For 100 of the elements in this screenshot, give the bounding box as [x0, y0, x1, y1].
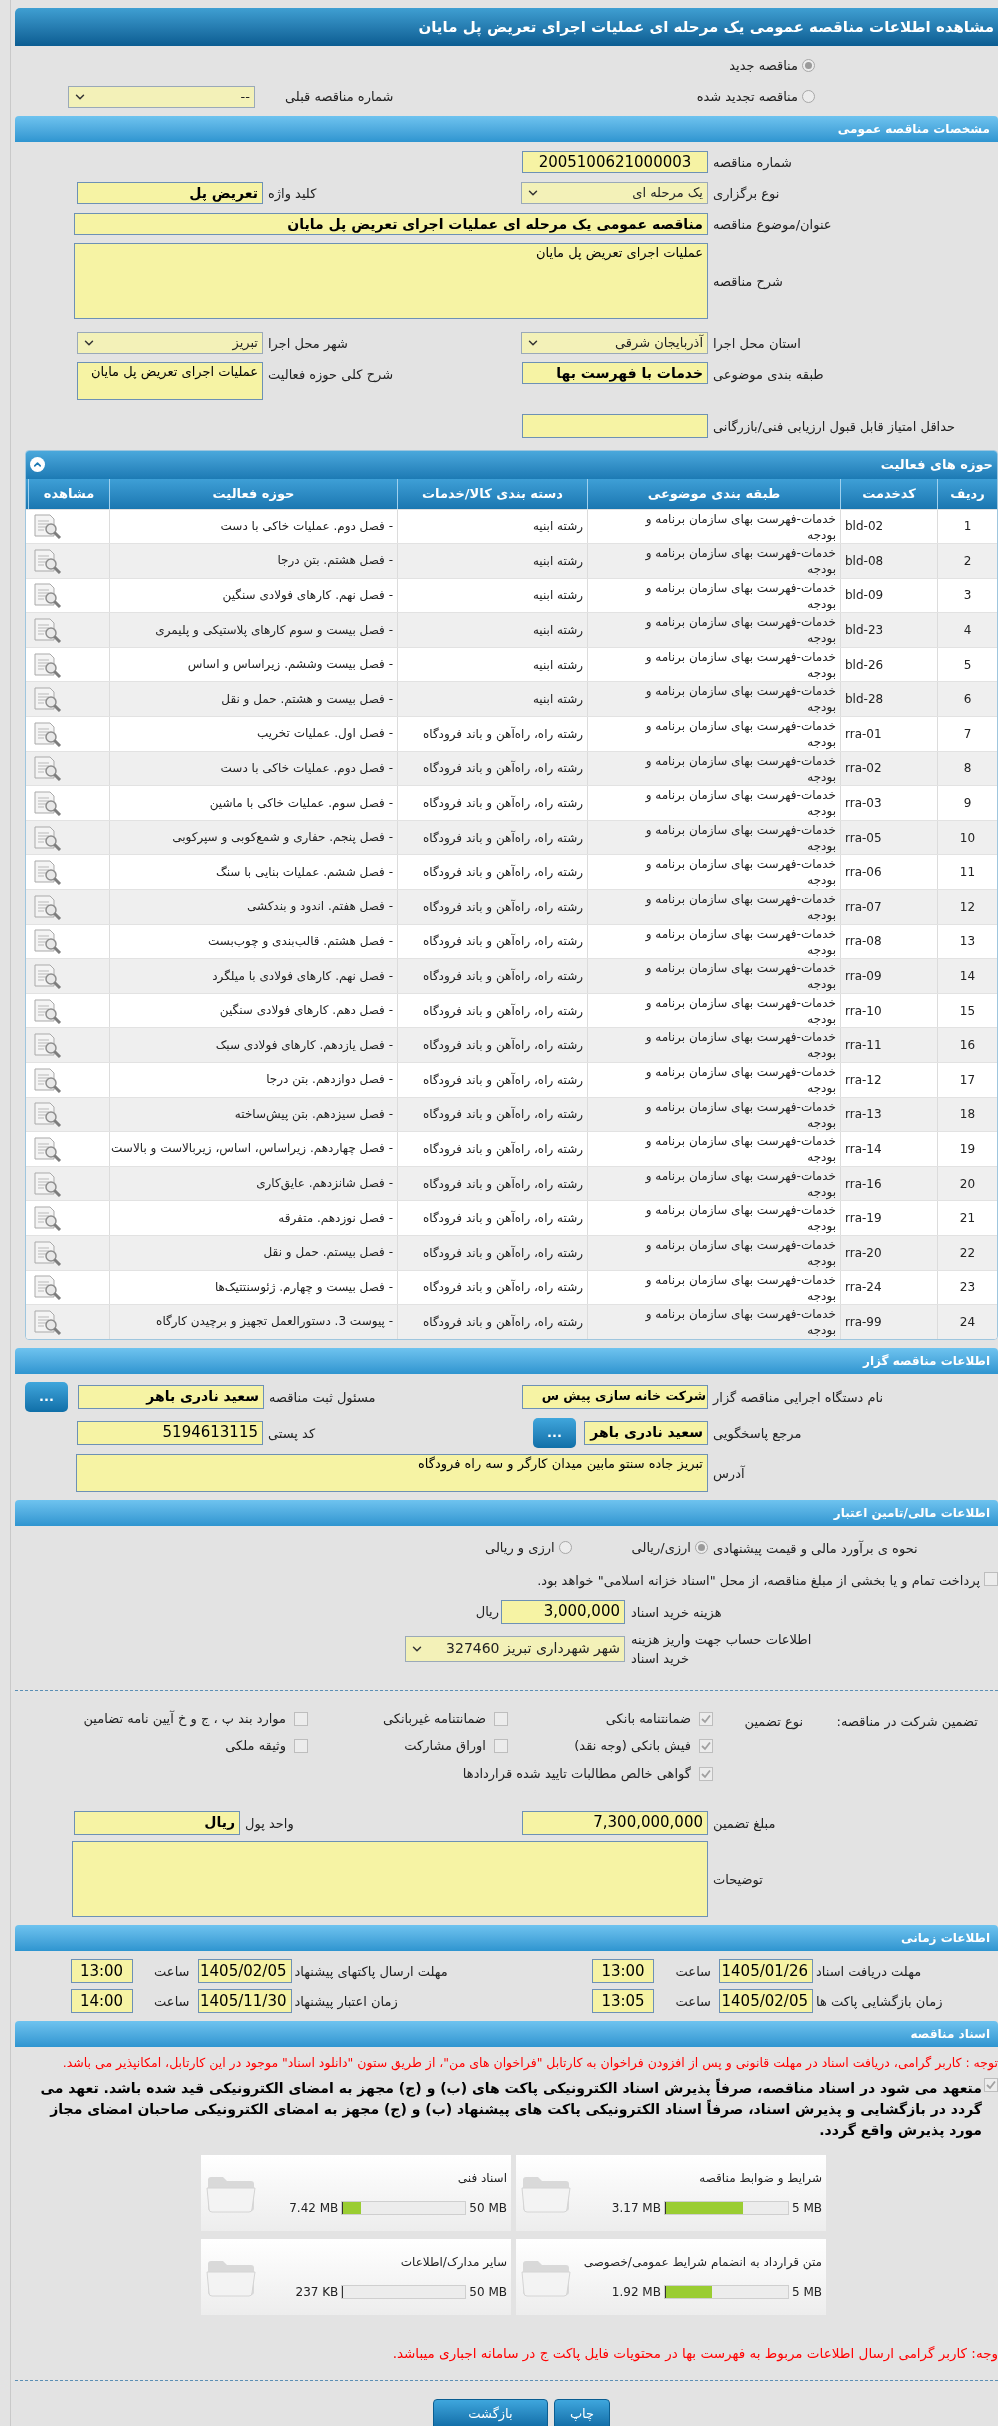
- lookup-button[interactable]: ...: [533, 1417, 576, 1448]
- checkbox[interactable]: [294, 1711, 308, 1726]
- checkbox-label: فیش بانکی (وجه نقد): [574, 1737, 691, 1756]
- collapse-icon[interactable]: [30, 457, 45, 472]
- input-field[interactable]: ریال: [74, 1811, 240, 1836]
- document-search-icon[interactable]: [32, 963, 62, 989]
- field-label: حداقل امتیاز قابل قبول ارزیابی فنی/بازرگانی: [713, 418, 956, 434]
- max-size: 50 MB: [469, 2200, 507, 2218]
- input-field[interactable]: خدمات با فهرست بها: [522, 361, 708, 384]
- document-search-icon[interactable]: [32, 1136, 62, 1162]
- field-label: شماره مناقصه: [713, 154, 792, 170]
- document-search-icon[interactable]: [32, 1239, 62, 1266]
- input-field[interactable]: سعید نادری باهر: [584, 1420, 708, 1445]
- max-size: 5 MB: [791, 2284, 822, 2302]
- text-area[interactable]: [72, 1841, 708, 1918]
- input-field[interactable]: 14:00: [70, 1989, 133, 2014]
- input-field[interactable]: 13:00: [70, 1959, 133, 1984]
- radio-button[interactable]: [558, 1541, 572, 1555]
- field-label: نوع تضمین: [744, 1713, 803, 1729]
- checkbox-label: وثیقه ملکی: [225, 1737, 286, 1756]
- input-field[interactable]: 13:00: [592, 1959, 654, 1984]
- input-field[interactable]: [522, 413, 708, 438]
- document-search-icon[interactable]: [32, 1101, 62, 1128]
- document-search-icon[interactable]: [32, 513, 62, 540]
- checkbox[interactable]: [984, 2078, 998, 2093]
- section-header: مشخصات مناقصه عمومی: [15, 115, 998, 142]
- table-cell: 24: [937, 1305, 997, 1339]
- document-search-icon[interactable]: [32, 859, 62, 886]
- section-header: اطلاعات مناقصه گزار: [15, 1347, 998, 1374]
- document-search-icon[interactable]: [32, 997, 62, 1024]
- field-label: شماره مناقصه قبلی: [285, 87, 394, 107]
- input-field[interactable]: 1405/01/26: [719, 1959, 813, 1984]
- field-label: استان محل اجرا: [713, 335, 801, 351]
- text-area[interactable]: عملیات اجرای تعریض پل مایان: [74, 242, 708, 319]
- field-label: نام دستگاه اجرایی مناقصه گزار: [713, 1389, 884, 1405]
- table-cell: خدمات-فهرست بهای سازمان برنامه و بودجه: [587, 717, 840, 751]
- document-search-icon[interactable]: [32, 720, 62, 747]
- table-cell: رشته راه، راه‌آهن و باند فرودگاه: [397, 890, 587, 924]
- table-cell: خدمات-فهرست بهای سازمان برنامه و بودجه: [587, 1235, 840, 1270]
- document-search-icon[interactable]: [32, 928, 62, 955]
- section-header: اطلاعات زمانی: [15, 1925, 998, 1952]
- note-text: وجه: کاربر گرامی ارسال اطلاعات مربوط به فهرست بها در محتویات فایل پاکت ج در سامانه اجباری میباشد.: [391, 2344, 998, 2364]
- document-search-icon[interactable]: [32, 790, 62, 817]
- document-search-icon[interactable]: [32, 1170, 62, 1197]
- document-search-icon[interactable]: [32, 1032, 62, 1059]
- table-cell: - فصل دوازدهم. بتن درجا: [109, 1063, 397, 1097]
- document-search-icon[interactable]: [32, 651, 62, 678]
- input-field[interactable]: 1405/02/05: [197, 1959, 292, 1984]
- dropdown[interactable]: شهر شهرداری تبریز 327460: [405, 1635, 625, 1662]
- text-area[interactable]: تبریز جاده سنتو مابین میدان کارگر و سه راه فرودگاه: [76, 1453, 708, 1492]
- checkbox-label: پرداخت تمام و یا بخشی از مبلغ مناقصه، از محل "اسناد خزانه اسلامی" خواهد بود.: [536, 1571, 980, 1590]
- field-label: مسئول ثبت مناقصه: [269, 1389, 376, 1405]
- input-field[interactable]: 5194613115: [77, 1420, 263, 1445]
- text-area[interactable]: عملیات اجرای تعریض پل مایان: [77, 361, 263, 400]
- dropdown[interactable]: --: [68, 85, 255, 108]
- dropdown[interactable]: تبریز: [77, 331, 263, 354]
- input-field[interactable]: سعید نادری باهر: [78, 1384, 264, 1409]
- field-label: شهر محل اجرا: [268, 335, 348, 351]
- document-search-icon[interactable]: [32, 1066, 62, 1093]
- checkbox[interactable]: [699, 1766, 713, 1781]
- document-search-icon[interactable]: [32, 824, 62, 851]
- back-button[interactable]: بازگشت: [433, 2398, 548, 2426]
- document-search-icon[interactable]: [32, 755, 62, 782]
- input-field[interactable]: تعریض پل: [77, 181, 263, 204]
- document-search-icon[interactable]: [32, 547, 62, 574]
- table-cell: 2: [937, 544, 997, 578]
- input-field[interactable]: 3,000,000: [501, 1599, 625, 1624]
- dropdown[interactable]: یک مرحله ای: [521, 181, 708, 204]
- table-cell: رشته راه، راه‌آهن و باند فرودگاه: [397, 786, 587, 820]
- table-cell: 21: [937, 1201, 997, 1235]
- input-field[interactable]: مناقصه عمومی یک مرحله ای عملیات اجرای تعریض پل مایان: [74, 212, 708, 235]
- lookup-button[interactable]: ...: [25, 1381, 68, 1412]
- input-field[interactable]: 2005100621000003: [522, 150, 708, 173]
- input-field[interactable]: 13:05: [592, 1989, 654, 2014]
- table-cell: خدمات-فهرست بهای سازمان برنامه و بودجه: [587, 1305, 840, 1339]
- field-label: مهلت دریافت اسناد: [816, 1964, 922, 1980]
- commitment-text: متعهد می شود در اسناد مناقصه، صرفاً پذیرش اسناد الکترونیکی پاکت های (ب) و (ج) مجهز به امضای الکترونیکی قید شده باشد. تعهد می گردد در بازگشایی و پذیرش اسناد، صرفاً اسناد الکترونیکی پاکت های پیشنهاد (ب) و (ج) مجهز به امضای الکترونیکی صاحبان امضای مجاز مورد پذیرش واقع گردد.: [39, 2078, 982, 2141]
- document-search-icon[interactable]: [32, 617, 62, 644]
- document-search-icon[interactable]: [32, 1274, 62, 1301]
- input-field[interactable]: 7,300,000,000: [522, 1811, 708, 1836]
- document-search-icon[interactable]: [32, 1205, 62, 1232]
- radio-button[interactable]: [802, 59, 815, 73]
- checkbox[interactable]: [699, 1739, 713, 1753]
- document-search-icon[interactable]: [32, 1308, 62, 1335]
- document-search-icon[interactable]: [32, 686, 62, 713]
- checkbox[interactable]: [494, 1739, 508, 1753]
- input-field[interactable]: 1405/02/05: [719, 1989, 813, 2014]
- checkbox[interactable]: [984, 1571, 998, 1586]
- checkbox[interactable]: [494, 1711, 508, 1726]
- radio-button[interactable]: [695, 1541, 708, 1555]
- radio-button[interactable]: [802, 90, 815, 103]
- input-field[interactable]: شرکت خانه سازی پیش س: [522, 1384, 708, 1409]
- document-search-icon[interactable]: [32, 582, 62, 609]
- checkbox[interactable]: [294, 1739, 308, 1753]
- checkbox[interactable]: [699, 1711, 713, 1726]
- document-search-icon[interactable]: [32, 893, 62, 920]
- print-button[interactable]: چاپ: [554, 2398, 610, 2426]
- dropdown[interactable]: آذربایجان شرقی: [521, 331, 708, 354]
- input-field[interactable]: 1405/11/30: [197, 1989, 292, 2014]
- document-title: سایر مدارک/اطلاعات: [399, 2254, 507, 2272]
